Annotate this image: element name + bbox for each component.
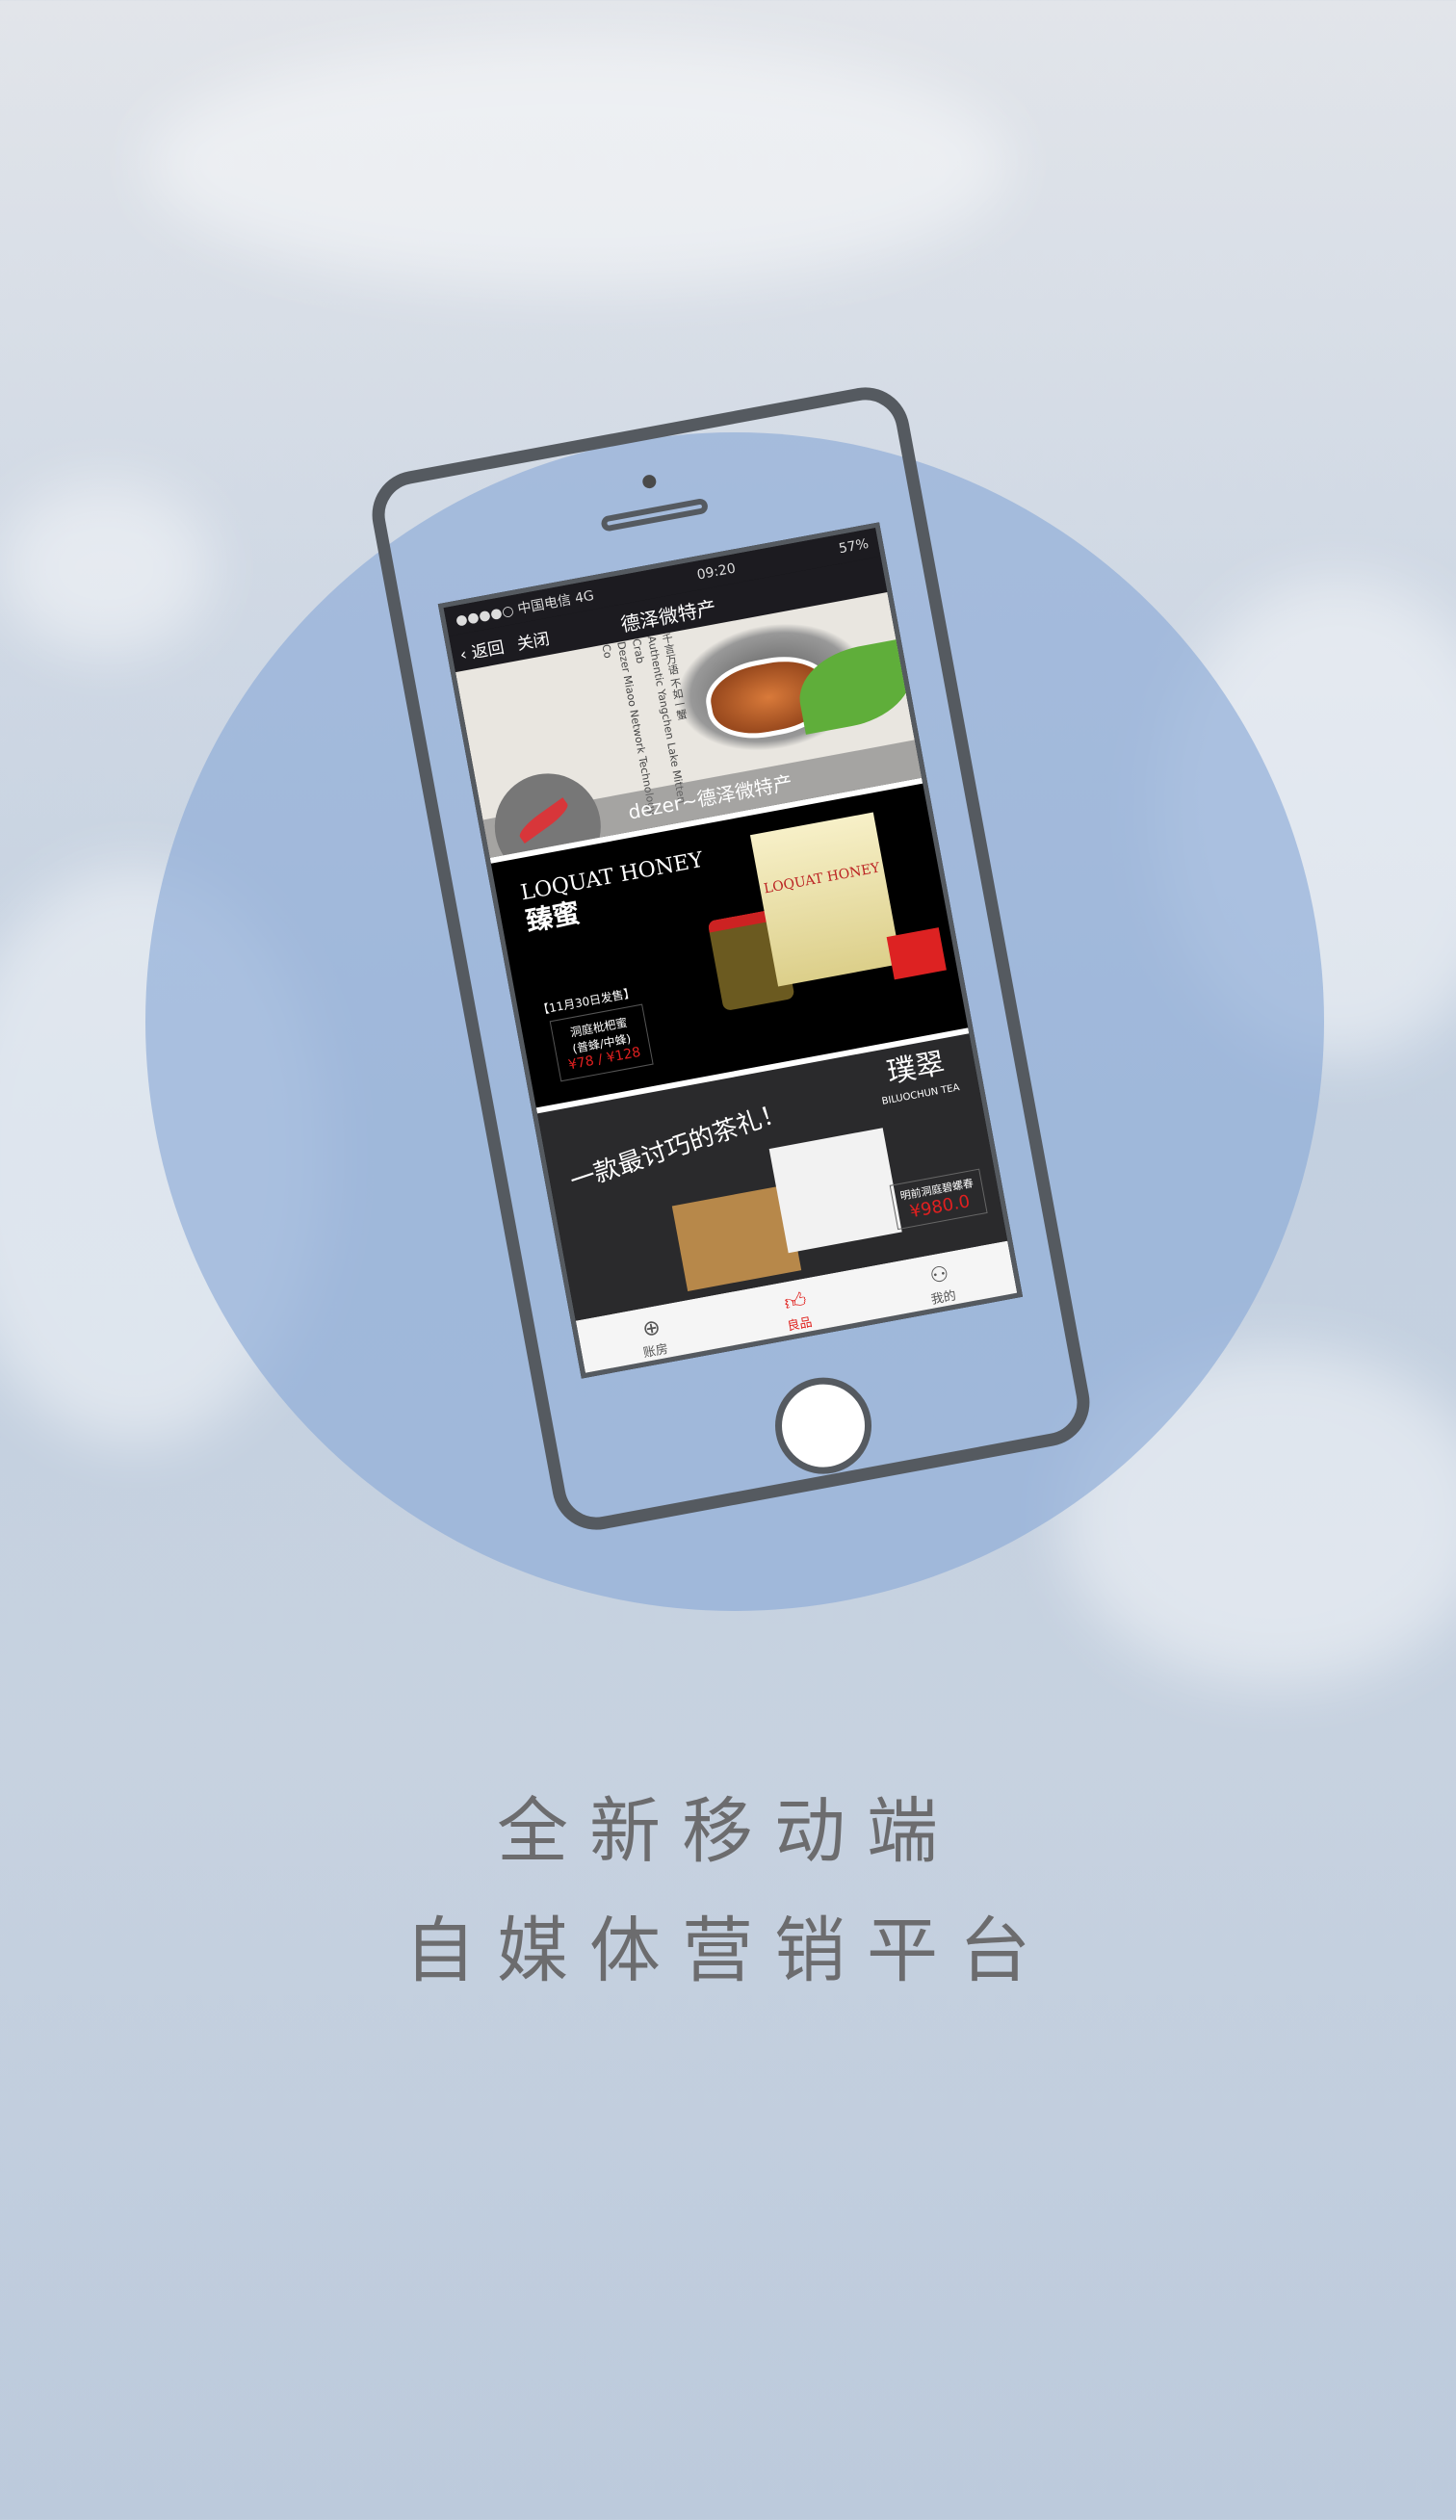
tab-label: 我的 [929,1288,958,1308]
headline-line1: 全新移动端 [497,1790,959,1873]
battery: 57% [837,535,871,558]
tea-slogan: 一款最讨巧的茶礼！ [566,1097,790,1197]
camera-icon [641,473,658,490]
back-label: 返回 [470,637,507,663]
price-tag: 明前洞庭碧螺春 ¥980.0 [889,1168,988,1231]
cloud [0,481,212,655]
gift-bag [768,1128,902,1254]
honey-brand: LOQUAT HONEY 臻蜜 [519,848,711,938]
tea-logo: 璞翠 BILUOCHUN TEA [874,1047,961,1108]
back-button[interactable]: ‹ 返回 [457,633,506,664]
honey-box: LOQUAT HONEY [749,812,901,987]
ledger-icon: ⊕ [640,1314,663,1342]
red-card [886,927,947,980]
tab-label: 良品 [786,1315,814,1335]
cloud [144,39,1011,289]
time: 09:20 [695,560,738,584]
headline-line2: 自媒体营销平台 [404,1909,1052,1992]
home-button[interactable] [767,1369,880,1482]
price-box: 洞庭枇杷蜜 (普蜂/中蜂) ¥78 / ¥128 [549,1003,654,1082]
close-button[interactable]: 关闭 [514,625,551,654]
phone-screen: ●●●●○ 中国电信 4G 09:20 57% ‹ 返回 关闭 德泽微特产 千言… [437,522,1024,1379]
logo-cn: 璞翠 [884,1046,948,1091]
tab-label: 账房 [641,1341,670,1362]
speaker-icon [600,497,710,533]
